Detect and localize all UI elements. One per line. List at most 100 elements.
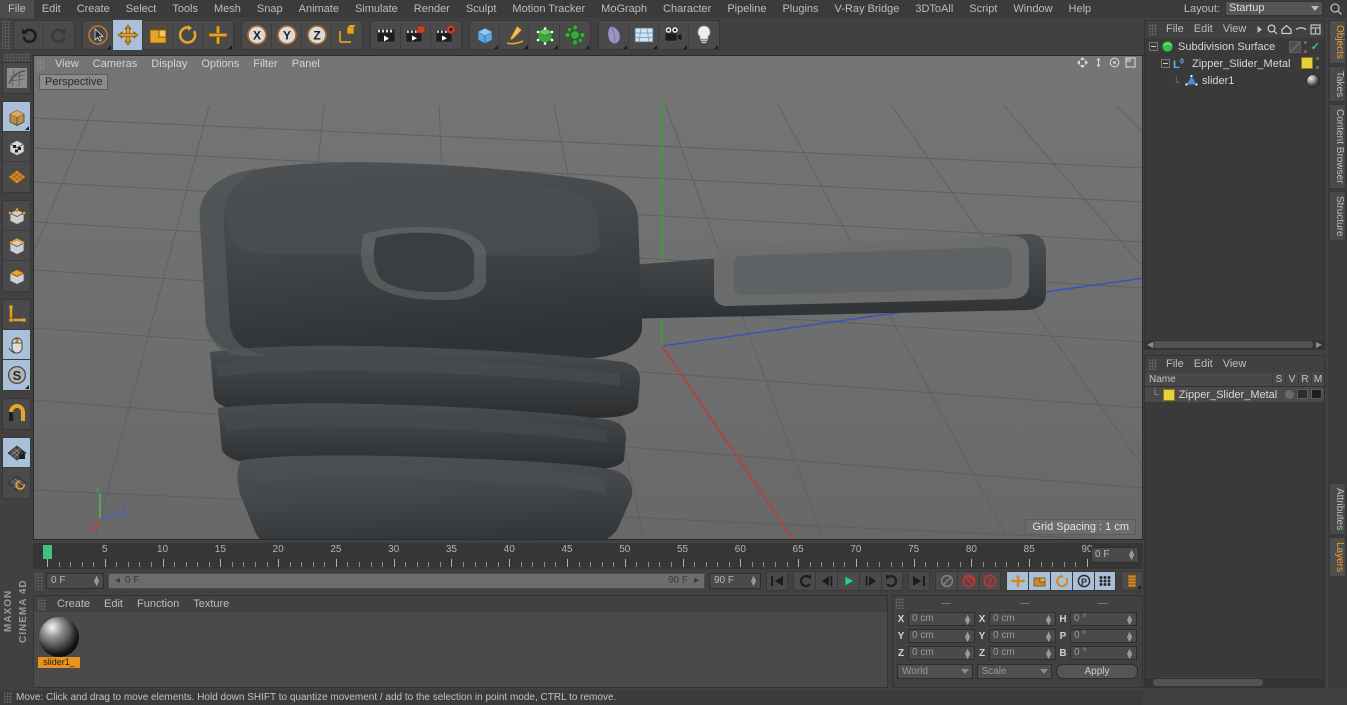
preview-range-bar[interactable]: ◂ 0 F 90 F ▸: [108, 573, 705, 589]
lock-workplane-button[interactable]: [3, 438, 30, 468]
coordinate-system-dropdown[interactable]: World: [897, 664, 973, 679]
rotate-button[interactable]: [173, 20, 203, 50]
add-nurbs-button[interactable]: [530, 20, 560, 50]
home-icon[interactable]: [1281, 24, 1292, 35]
size-field[interactable]: 0 cm ▲ ▼: [989, 629, 1056, 644]
layer-column-r[interactable]: R: [1298, 374, 1311, 385]
move-button[interactable]: [113, 20, 143, 50]
menu-item-3dtoall[interactable]: 3DToAll: [907, 0, 961, 18]
render-settings-button[interactable]: [431, 20, 461, 50]
menu-item-character[interactable]: Character: [655, 0, 719, 18]
expand-toggle-icon[interactable]: └: [1173, 76, 1182, 87]
keyframe-selection-button[interactable]: ?: [979, 571, 1001, 591]
layer-solo-toggle[interactable]: [1285, 389, 1294, 399]
menu-item-tools[interactable]: Tools: [164, 0, 206, 18]
pan-icon[interactable]: [1077, 57, 1088, 68]
enable-snap-button[interactable]: S: [3, 360, 30, 390]
spinner-icon[interactable]: ▲ ▼: [1125, 630, 1134, 644]
position-field[interactable]: 0 cm ▲ ▼: [908, 612, 975, 627]
preview-end-field[interactable]: 90 F ▲ ▼: [709, 573, 761, 589]
visibility-dots[interactable]: [1303, 40, 1308, 53]
lock-x-button[interactable]: X: [242, 20, 272, 50]
material-menu-texture[interactable]: Texture: [186, 598, 236, 610]
rotation-field[interactable]: 0 ° ▲ ▼: [1070, 629, 1137, 644]
maximize-icon[interactable]: [1125, 57, 1136, 68]
left-toolbar-grip[interactable]: [3, 54, 30, 61]
spinner-icon[interactable]: ▲ ▼: [1044, 613, 1053, 627]
viewport-menu-options[interactable]: Options: [194, 58, 246, 70]
visibility-checkbox[interactable]: [1288, 40, 1301, 53]
object-row[interactable]: Subdivision Surface ✓: [1145, 38, 1324, 55]
expand-toggle-icon[interactable]: [1149, 42, 1158, 51]
parameter-key-button[interactable]: P: [1072, 571, 1094, 591]
vtab-takes[interactable]: Takes: [1329, 65, 1346, 103]
expand-toggle-icon[interactable]: [1161, 59, 1170, 68]
apply-button[interactable]: Apply: [1056, 664, 1138, 679]
material-tag[interactable]: [1301, 57, 1313, 69]
spinner-icon[interactable]: ▲ ▼: [963, 647, 972, 661]
object-menu-edit[interactable]: Edit: [1189, 23, 1218, 35]
viewport-solo-button[interactable]: [3, 330, 30, 360]
object-menu-file[interactable]: File: [1161, 23, 1189, 35]
menu-item-v-ray-bridge[interactable]: V-Ray Bridge: [827, 0, 908, 18]
perspective-viewport[interactable]: View Cameras Display Options Filter Panel Per…: [33, 55, 1143, 540]
object-row[interactable]: L 0 Zipper_Slider_Metal: [1145, 55, 1324, 72]
coordinates-grip[interactable]: [896, 598, 904, 609]
add-deformer-button[interactable]: [599, 20, 629, 50]
menu-item-render[interactable]: Render: [406, 0, 458, 18]
layer-list[interactable]: Name S V R M └ Zipper_Slider_Metal: [1145, 373, 1324, 677]
search-icon[interactable]: [1329, 2, 1343, 16]
zoom-icon[interactable]: [1093, 57, 1104, 68]
go-to-end-button[interactable]: [908, 571, 930, 591]
planar-workplane-button[interactable]: [3, 468, 30, 498]
spinner-icon[interactable]: ▲ ▼: [963, 613, 972, 627]
layer-manager-hscrollbar[interactable]: [1145, 678, 1324, 687]
menu-item-mograph[interactable]: MoGraph: [593, 0, 655, 18]
position-key-button[interactable]: [1006, 571, 1028, 591]
spinner-icon[interactable]: ▲ ▼: [1044, 647, 1053, 661]
menu-item-motion-tracker[interactable]: Motion Tracker: [504, 0, 593, 18]
menu-item-script[interactable]: Script: [961, 0, 1005, 18]
scale-key-button[interactable]: [1028, 571, 1050, 591]
layer-color-swatch[interactable]: [1162, 388, 1175, 401]
viewport-menu-cameras[interactable]: Cameras: [86, 58, 145, 70]
menu-item-snap[interactable]: Snap: [249, 0, 291, 18]
object-manager-hscrollbar[interactable]: ◀ ▶: [1145, 340, 1324, 349]
menu-item-plugins[interactable]: Plugins: [774, 0, 826, 18]
object-row[interactable]: └ slider1: [1145, 72, 1324, 89]
viewport-menu-filter[interactable]: Filter: [246, 58, 284, 70]
menu-item-select[interactable]: Select: [118, 0, 165, 18]
redo-button[interactable]: [44, 20, 74, 50]
polygons-mode-button[interactable]: [3, 261, 30, 291]
timeline-frame-field[interactable]: 0 F ▲ ▼: [1091, 547, 1139, 563]
object-tree[interactable]: Subdivision Surface ✓ L 0 Zipper_Slider_Meta…: [1145, 38, 1324, 339]
vtab-content-browser[interactable]: Content Browser: [1329, 104, 1346, 189]
magnet-tool-button[interactable]: [3, 399, 30, 429]
add-cube-button[interactable]: [470, 20, 500, 50]
material-list[interactable]: slider1_: [34, 612, 887, 687]
layer-column-m[interactable]: M: [1311, 374, 1324, 385]
timeline-playhead[interactable]: [43, 545, 52, 559]
add-environment-button[interactable]: [629, 20, 659, 50]
record-active-objects-button[interactable]: [935, 571, 957, 591]
spinner-icon[interactable]: ▲ ▼: [963, 630, 972, 644]
spinner-icon[interactable]: ▲ ▼: [1125, 647, 1134, 661]
tree-icon[interactable]: [1310, 23, 1321, 35]
add-point-button[interactable]: [203, 20, 233, 50]
layer-row[interactable]: └ Zipper_Slider_Metal: [1145, 387, 1324, 402]
render-to-picture-viewer-button[interactable]: [401, 20, 431, 50]
menu-item-simulate[interactable]: Simulate: [347, 0, 406, 18]
point-level-animation-button[interactable]: [1094, 571, 1116, 591]
enable-axis-button[interactable]: [3, 300, 30, 330]
layer-column-v[interactable]: V: [1285, 374, 1298, 385]
spinner-icon[interactable]: ▲ ▼: [92, 574, 101, 588]
scrollbar-thumb[interactable]: [1153, 341, 1313, 348]
layer-menu-view[interactable]: View: [1218, 358, 1252, 370]
lock-z-button[interactable]: Z: [302, 20, 332, 50]
link-icon[interactable]: [1295, 24, 1307, 35]
menu-item-window[interactable]: Window: [1005, 0, 1060, 18]
live-selection-button[interactable]: [83, 20, 113, 50]
step-forward-button[interactable]: [859, 571, 881, 591]
menu-item-sculpt[interactable]: Sculpt: [458, 0, 505, 18]
object-manager-grip[interactable]: [1149, 23, 1157, 35]
